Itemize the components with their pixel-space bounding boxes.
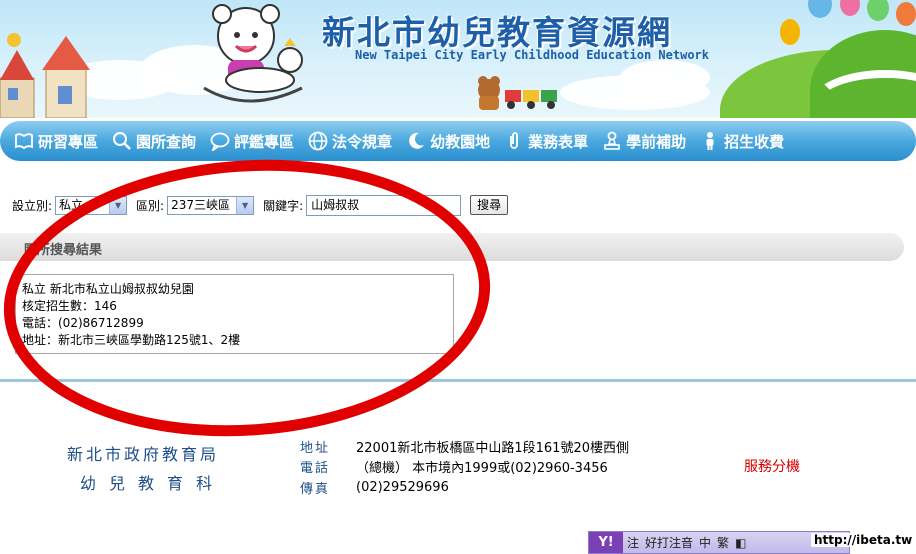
person-icon [706, 132, 714, 150]
nav-item-regulations[interactable]: 法令規章 [308, 131, 392, 152]
school-search-form: 設立別: 私立 ▼ 區別: 237三峽區 ▼ 關鍵字: 山姆叔叔 搜尋 [12, 194, 509, 216]
toy-train-illustration [478, 76, 557, 110]
chevron-down-icon[interactable]: ▼ [236, 196, 254, 214]
nav-item-evaluation[interactable]: 評鑑專區 [210, 131, 294, 152]
capacity-text: 核定招生數：146 [22, 299, 117, 313]
footer-phone-value: （總機） 本市境內1999或(02)2960-3456 [356, 460, 608, 476]
results-header: 園所搜尋結果 [0, 233, 904, 261]
footer-fax-row: 傳真 (02)29529696 [300, 477, 449, 497]
results-title: 園所搜尋結果 [24, 243, 103, 258]
yahoo-ime-logo[interactable]: Y! [589, 532, 623, 553]
footer-phone-row: 電話 （總機） 本市境內1999或(02)2960-3456 [300, 456, 608, 476]
nav-item-preschool-subsidy[interactable]: 學前補助 [602, 131, 686, 152]
nav-item-label: 幼教園地 [430, 132, 491, 151]
nav-item-label: 法令規章 [332, 132, 393, 151]
footer-organization: 新北市政府教育局 [67, 445, 220, 464]
nav-item-school-search[interactable]: 園所查詢 [112, 131, 196, 152]
service-extension-link[interactable]: 服務分機 [744, 456, 800, 476]
watermark-text: http://ibeta.tw [811, 533, 916, 547]
nav-item-label: 學前補助 [626, 132, 687, 151]
ime-charset-toggle[interactable]: 繁 [717, 534, 729, 551]
nav-item-forms[interactable]: 業務表單 [504, 131, 588, 152]
site-title: 新北市幼兒教育資源網 [322, 13, 672, 52]
keyword-input[interactable]: 山姆叔叔 [306, 194, 462, 216]
nav-item-label: 業務表單 [528, 132, 589, 151]
nav-item-label: 研習專區 [38, 132, 99, 151]
main-navigation: 研習專區 園所查詢 評鑑專區 法令規章 幼教園地 業務表單 學前補助 招生收費 [0, 121, 916, 161]
page: 新北市幼兒教育資源網 New Taipei City Early Childho… [0, 0, 916, 554]
footer-divider [0, 379, 916, 382]
establishment-type-label: 設立別: [12, 198, 53, 213]
balloons-illustration [780, 0, 916, 45]
establishment-type-value: 私立 [59, 197, 84, 212]
globe-icon [308, 131, 328, 151]
district-select[interactable]: 237三峽區 ▼ [167, 195, 255, 215]
ime-name: 好打注音 [645, 536, 694, 550]
establishment-type-select[interactable]: 私立 ▼ [55, 195, 128, 215]
speech-bubble-icon [210, 132, 230, 151]
paperclip-icon [510, 132, 518, 149]
footer-address-label: 地址 [300, 440, 331, 456]
footer-address-value: 22001新北市板橋區中山路1段161號20樓西側 [356, 440, 629, 456]
ime-language-toggle[interactable]: 中 [699, 534, 711, 551]
footer-fax-value: (02)29529696 [356, 479, 449, 495]
school-name-link[interactable]: 私立 新北市私立山姆叔叔幼兒園 [22, 281, 453, 298]
moon-icon [409, 132, 425, 149]
site-banner: 新北市幼兒教育資源網 New Taipei City Early Childho… [0, 0, 916, 118]
address-text: 地址：新北市三峽區學勤路125號1、2樓 [22, 333, 241, 347]
chevron-down-icon[interactable]: ▼ [109, 196, 127, 214]
footer-address-row: 地址 22001新北市板橋區中山路1段161號20樓西側 [300, 436, 629, 456]
castle-illustration [0, 33, 90, 118]
footer-department: 幼兒教育科 [80, 474, 226, 493]
site-subtitle: New Taipei City Early Childhood Educatio… [355, 48, 710, 62]
nav-item-education-garden[interactable]: 幼教園地 [406, 131, 490, 152]
nav-item-workshops[interactable]: 研習專區 [14, 131, 98, 152]
search-button[interactable]: 搜尋 [470, 195, 509, 215]
phone-text: 電話：(02)86712899 [22, 316, 144, 330]
nav-item-label: 園所查詢 [136, 132, 197, 151]
footer-fax-label: 傳真 [300, 481, 331, 497]
keyword-label: 關鍵字: [263, 198, 304, 213]
ime-mode[interactable]: 注 [627, 534, 639, 551]
district-label: 區別: [136, 198, 165, 213]
footer-phone-label: 電話 [300, 460, 331, 476]
district-value: 237三峽區 [171, 197, 230, 212]
ime-fullwidth-icon[interactable]: ◧ [735, 536, 746, 550]
child-mascot-illustration [203, 4, 303, 103]
nav-item-enrollment-fees[interactable]: 招生收費 [700, 131, 784, 152]
nav-item-label: 評鑑專區 [234, 132, 295, 151]
result-card: 私立 新北市私立山姆叔叔幼兒園 核定招生數：146 電話：(02)8671289… [15, 274, 454, 354]
stamp-icon [604, 131, 620, 150]
nav-item-label: 招生收費 [724, 132, 785, 151]
book-icon [15, 133, 33, 150]
magnifier-icon [113, 132, 131, 150]
